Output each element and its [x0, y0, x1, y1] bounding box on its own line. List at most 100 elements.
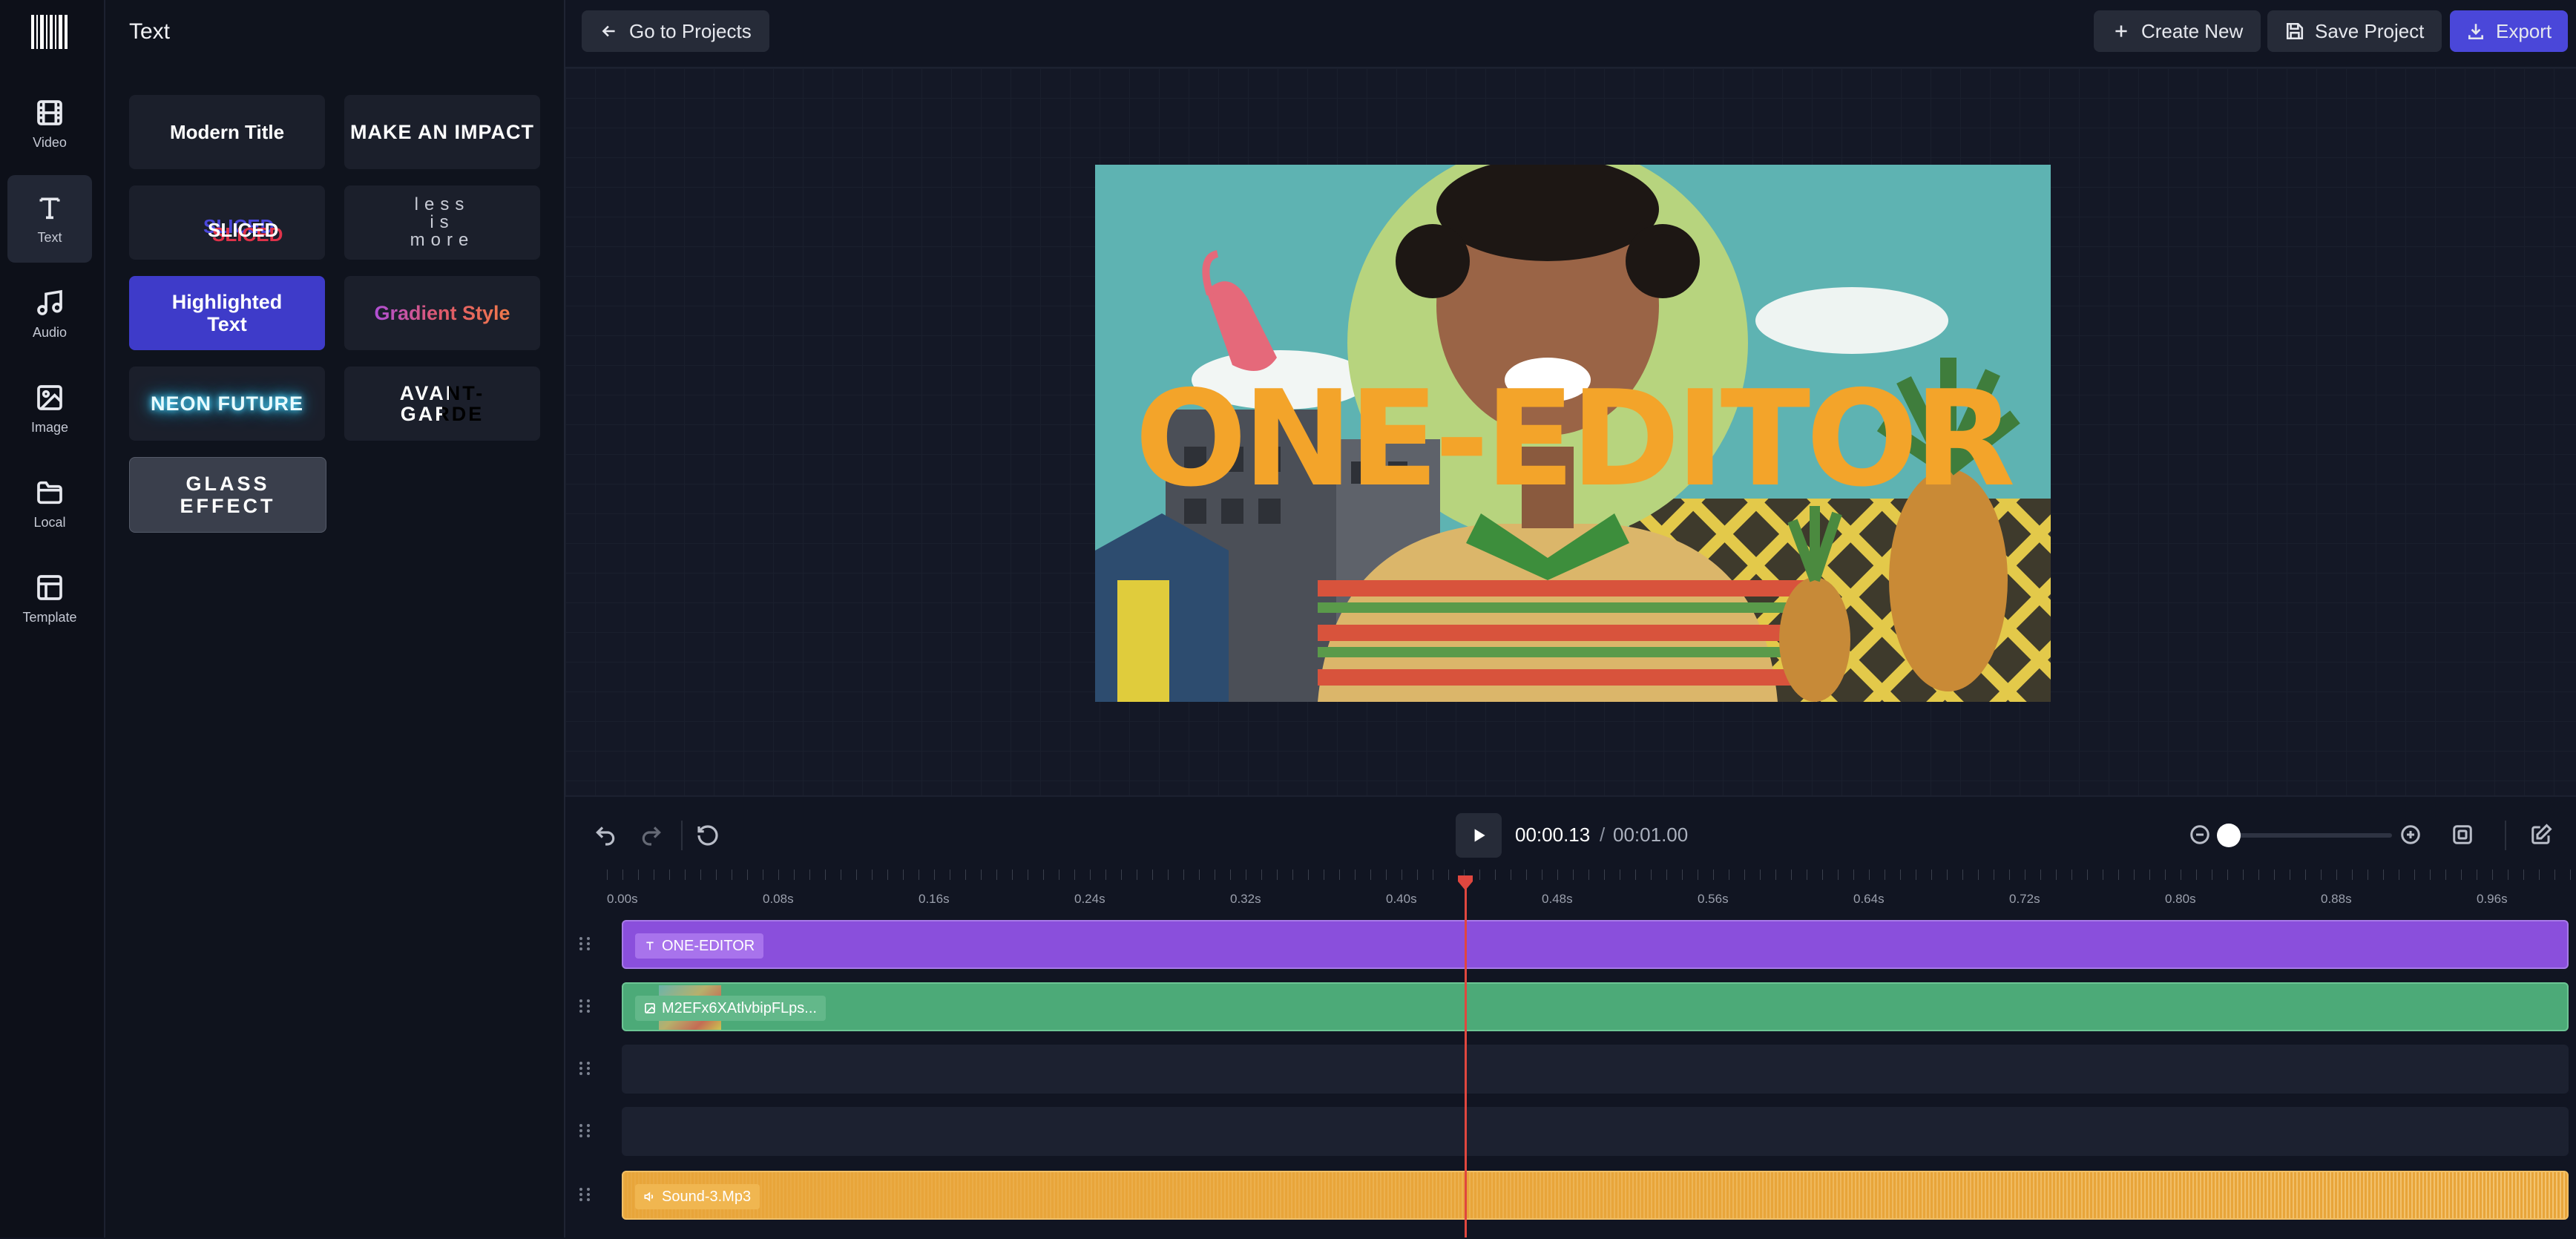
redo-icon — [642, 826, 661, 846]
zoom-slider-track[interactable] — [2216, 824, 2392, 847]
export-button[interactable]: Export — [2450, 10, 2569, 52]
rail-label: Template — [22, 609, 77, 625]
current-time: 00:00.13 — [1515, 824, 1591, 846]
preset-line: Highlighted — [171, 291, 283, 313]
rail-item-local[interactable]: Local — [7, 460, 92, 548]
rail-item-video[interactable]: Video — [7, 80, 92, 168]
drag-handle-icon[interactable] — [577, 1061, 592, 1076]
clip-label: Sound-3.Mp3 — [635, 1184, 760, 1209]
ruler-tick-label: 0.96s — [2477, 892, 2508, 906]
film-icon — [37, 99, 62, 125]
text-preset-gradient-style[interactable]: Gradient Style — [344, 276, 540, 350]
text-preset-modern-title[interactable]: Modern Title — [129, 95, 325, 169]
plus-icon — [2115, 25, 2127, 37]
clip-label: M2EFx6XAtlvbipFLps... — [635, 996, 826, 1021]
redo-button[interactable] — [640, 824, 663, 847]
save-project-button[interactable]: Save Project — [2267, 10, 2442, 52]
rail-item-template[interactable]: Template — [7, 555, 92, 642]
preset-line: GLASS — [185, 473, 270, 495]
overlay-title-text[interactable]: ONE-EDITOR — [1095, 372, 2051, 506]
rail-label: Audio — [32, 324, 68, 340]
rail-item-image[interactable]: Image — [7, 365, 92, 453]
playhead[interactable] — [1456, 875, 1474, 1238]
text-icon — [39, 197, 60, 219]
ruler-tick-label: 0.56s — [1698, 892, 1729, 906]
text-icon — [646, 941, 654, 950]
text-preset-avant-garde[interactable]: AVANT- GARDE — [344, 367, 540, 441]
preset-line: is — [430, 212, 455, 232]
edit-button[interactable] — [2530, 824, 2552, 846]
panel-title: Text — [129, 19, 171, 44]
ruler-tick-label: 0.48s — [1542, 892, 1573, 906]
audio-icon — [644, 1192, 654, 1202]
zoom-in-icon — [2401, 825, 2420, 844]
preset-label: Gradient Style — [374, 301, 510, 324]
undo-icon — [596, 826, 615, 846]
button-label: Export — [2496, 19, 2552, 42]
rail-label: Local — [33, 514, 66, 530]
text-preset-glass-effect[interactable]: GLASS EFFECT — [129, 457, 326, 533]
drag-handle-icon[interactable] — [577, 936, 592, 951]
folder-icon — [37, 481, 62, 504]
rail-label: Image — [30, 419, 69, 435]
text-preset-neon-future[interactable]: NEON FUTURE — [129, 367, 325, 441]
zoom-in-button[interactable] — [2399, 824, 2422, 846]
ruler-tick-label: 0.24s — [1074, 892, 1105, 906]
clip-label: ONE-EDITOR — [635, 933, 764, 959]
template-icon — [37, 574, 62, 600]
zoom-out-button[interactable] — [2189, 824, 2211, 846]
rail-label: Video — [33, 134, 67, 150]
clip-name: ONE-EDITOR — [662, 937, 755, 954]
ruler-tick-label: 0.80s — [2165, 892, 2196, 906]
save-icon — [2286, 22, 2304, 40]
fit-screen-icon — [2453, 825, 2472, 844]
preset-line: Text — [207, 313, 247, 335]
rail-item-text[interactable]: Text — [7, 175, 92, 263]
ruler-minor-ticks — [607, 870, 2576, 880]
audio-clip[interactable]: Sound-3.Mp3 — [622, 1171, 2569, 1220]
go-to-projects-button[interactable]: Go to Projects — [582, 10, 769, 52]
time-separator: / — [1600, 824, 1606, 846]
image-icon — [645, 1003, 655, 1013]
text-preset-less-is-more[interactable]: less is more — [344, 185, 540, 260]
text-preset-sliced[interactable]: SLICED SLICED SLICED — [129, 185, 325, 260]
text-preset-make-an-impact[interactable]: MAKE AN IMPACT — [344, 95, 540, 169]
rail-label: Text — [37, 229, 62, 245]
zoom-slider-thumb[interactable] — [2216, 824, 2241, 847]
image-clip[interactable]: M2EFx6XAtlvbipFLps... — [622, 982, 2569, 1031]
ruler-tick-label: 0.72s — [2009, 892, 2040, 906]
left-rail: Video Text Audio Image Local Template — [0, 0, 105, 1238]
audio-waveform — [623, 1172, 2567, 1218]
create-new-button[interactable]: Create New — [2094, 10, 2261, 52]
fit-to-screen-button[interactable] — [2451, 824, 2474, 846]
drag-handle-icon[interactable] — [577, 999, 592, 1013]
preset-label: Modern Title — [169, 120, 285, 143]
play-button[interactable] — [1456, 813, 1502, 858]
drag-handle-icon[interactable] — [577, 1123, 592, 1138]
rail-item-audio[interactable]: Audio — [7, 270, 92, 358]
zoom-out-icon — [2190, 825, 2209, 844]
total-time: 00:01.00 — [1613, 824, 1689, 846]
track-row — [622, 1107, 2569, 1156]
ruler-tick-label: 0.08s — [763, 892, 794, 906]
barcode-logo-icon — [30, 13, 70, 50]
text-preset-highlighted-text[interactable]: Highlighted Text — [129, 276, 325, 350]
undo-button[interactable] — [594, 824, 617, 847]
preset-label: SLICED — [208, 219, 279, 241]
ruler-tick-label: 0.16s — [919, 892, 950, 906]
video-preview[interactable]: ONE-EDITOR — [1095, 165, 2051, 702]
button-label: Go to Projects — [629, 19, 752, 42]
reset-button[interactable] — [696, 824, 720, 847]
ruler-tick-label: 0.64s — [1853, 892, 1885, 906]
drag-handle-icon[interactable] — [577, 1187, 592, 1202]
button-label: Save Project — [2315, 19, 2425, 42]
clip-name: M2EFx6XAtlvbipFLps... — [662, 999, 817, 1016]
clip-name: Sound-3.Mp3 — [662, 1188, 752, 1205]
play-icon — [1474, 829, 1485, 842]
ruler-tick-label: 0.00s — [607, 892, 638, 906]
image-icon — [37, 384, 62, 410]
ruler-tick-label: 0.88s — [2321, 892, 2352, 906]
toolbar-divider — [2505, 821, 2506, 850]
preset-label: NEON FUTURE — [151, 392, 303, 415]
text-clip[interactable]: ONE-EDITOR — [622, 920, 2569, 969]
